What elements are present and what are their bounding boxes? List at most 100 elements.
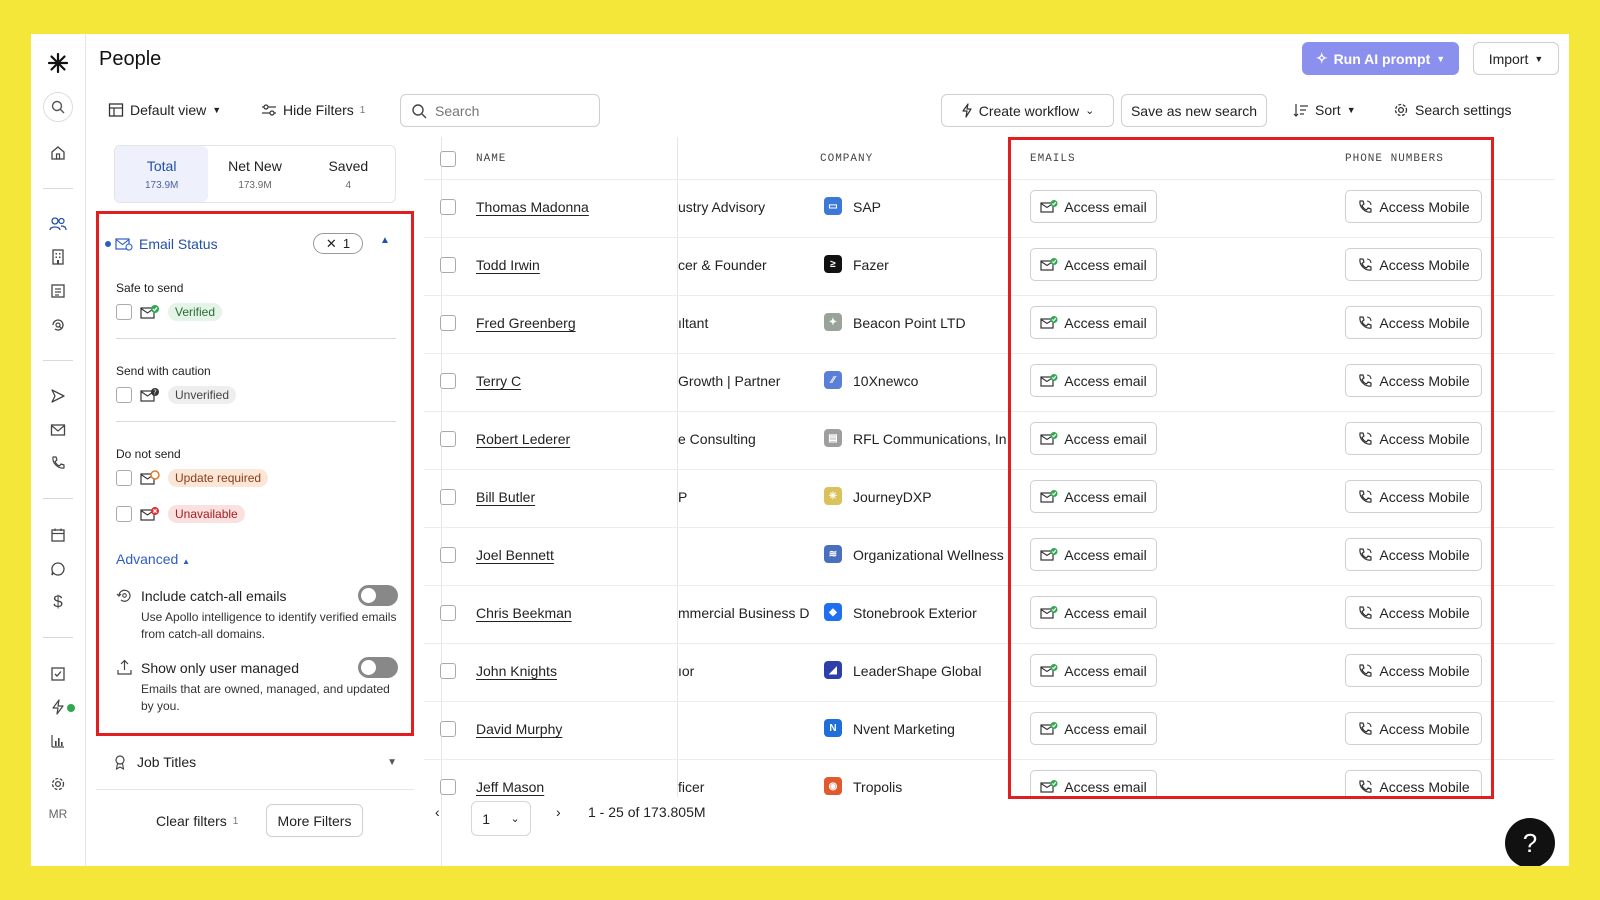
tab-net-new[interactable]: Net New 173.9M bbox=[208, 146, 301, 202]
company-name[interactable]: Tropolis bbox=[853, 779, 1015, 795]
access-mobile-button[interactable]: Access Mobile bbox=[1345, 596, 1482, 629]
option-update-required[interactable]: Update required bbox=[116, 468, 269, 488]
select-all-checkbox[interactable] bbox=[440, 151, 456, 167]
sort-dropdown[interactable]: Sort ▼ bbox=[1293, 94, 1356, 126]
user-avatar[interactable]: MR bbox=[43, 799, 73, 829]
access-email-button[interactable]: Access email bbox=[1030, 712, 1157, 745]
lists-icon[interactable] bbox=[43, 276, 73, 306]
save-as-new-search-button[interactable]: Save as new search bbox=[1121, 94, 1267, 127]
access-mobile-button[interactable]: Access Mobile bbox=[1345, 538, 1482, 571]
row-checkbox[interactable] bbox=[440, 779, 456, 795]
search-input[interactable] bbox=[435, 102, 585, 119]
company-name[interactable]: JourneyDXP bbox=[853, 489, 1015, 505]
job-titles-filter[interactable]: Job Titles ▼ bbox=[113, 751, 397, 773]
default-view-dropdown[interactable]: Default view ▼ bbox=[108, 94, 221, 126]
person-name-link[interactable]: John Knights bbox=[476, 663, 557, 679]
saved-searches-icon[interactable] bbox=[43, 310, 73, 340]
unverified-checkbox[interactable] bbox=[116, 387, 132, 403]
analytics-icon[interactable] bbox=[43, 726, 73, 756]
access-email-button[interactable]: Access email bbox=[1030, 364, 1157, 397]
person-name-link[interactable]: David Murphy bbox=[476, 721, 562, 737]
access-mobile-button[interactable]: Access Mobile bbox=[1345, 306, 1482, 339]
help-button[interactable]: ? bbox=[1505, 818, 1555, 866]
tab-saved[interactable]: Saved 4 bbox=[302, 146, 395, 202]
option-unavailable[interactable]: Unavailable bbox=[116, 504, 245, 524]
row-checkbox[interactable] bbox=[440, 489, 456, 505]
access-mobile-button[interactable]: Access Mobile bbox=[1345, 480, 1482, 513]
access-email-button[interactable]: Access email bbox=[1030, 538, 1157, 571]
company-name[interactable]: Fazer bbox=[853, 257, 1015, 273]
person-name-link[interactable]: Thomas Madonna bbox=[476, 199, 589, 215]
row-checkbox[interactable] bbox=[440, 605, 456, 621]
access-email-button[interactable]: Access email bbox=[1030, 306, 1157, 339]
access-mobile-button[interactable]: Access Mobile bbox=[1345, 364, 1482, 397]
option-verified[interactable]: Verified bbox=[116, 302, 223, 322]
row-checkbox[interactable] bbox=[440, 431, 456, 447]
clear-filters-button[interactable]: Clear filters 1 bbox=[156, 813, 238, 829]
company-name[interactable]: Organizational Wellness bbox=[853, 547, 1015, 563]
person-name-link[interactable]: Jeff Mason bbox=[476, 779, 544, 795]
catch-all-toggle[interactable] bbox=[358, 585, 398, 606]
tab-total[interactable]: Total 173.9M bbox=[115, 146, 209, 202]
row-checkbox[interactable] bbox=[440, 315, 456, 331]
column-header-emails[interactable]: EMAILS bbox=[1030, 153, 1076, 165]
row-checkbox[interactable] bbox=[440, 199, 456, 215]
access-mobile-button[interactable]: Access Mobile bbox=[1345, 190, 1482, 223]
mail-icon[interactable] bbox=[43, 415, 73, 445]
row-checkbox[interactable] bbox=[440, 721, 456, 737]
access-mobile-button[interactable]: Access Mobile bbox=[1345, 712, 1482, 745]
next-page-icon[interactable]: › bbox=[556, 804, 561, 820]
company-name[interactable]: Stonebrook Exterior bbox=[853, 605, 1015, 621]
person-name-link[interactable]: Terry C bbox=[476, 373, 521, 389]
option-unverified[interactable]: ? Unverified bbox=[116, 385, 237, 405]
access-email-button[interactable]: Access email bbox=[1030, 770, 1157, 797]
update-required-checkbox[interactable] bbox=[116, 470, 132, 486]
person-name-link[interactable]: Robert Lederer bbox=[476, 431, 570, 447]
deals-dollar-icon[interactable]: $ bbox=[43, 587, 73, 617]
access-email-button[interactable]: Access email bbox=[1030, 480, 1157, 513]
row-checkbox[interactable] bbox=[440, 373, 456, 389]
access-email-button[interactable]: Access email bbox=[1030, 248, 1157, 281]
unavailable-checkbox[interactable] bbox=[116, 506, 132, 522]
row-checkbox[interactable] bbox=[440, 547, 456, 563]
search-icon[interactable] bbox=[43, 92, 73, 122]
row-checkbox[interactable] bbox=[440, 663, 456, 679]
access-mobile-button[interactable]: Access Mobile bbox=[1345, 422, 1482, 455]
email-status-header[interactable]: Email Status ✕ 1 ▲ bbox=[105, 233, 395, 255]
company-name[interactable]: Beacon Point LTD bbox=[853, 315, 1015, 331]
access-mobile-button[interactable]: Access Mobile bbox=[1345, 770, 1482, 797]
company-name[interactable]: SAP bbox=[853, 199, 1015, 215]
search-settings-button[interactable]: Search settings bbox=[1393, 94, 1512, 126]
prev-page-icon[interactable]: ‹ bbox=[435, 804, 440, 820]
access-email-button[interactable]: Access email bbox=[1030, 422, 1157, 455]
column-header-phone-numbers[interactable]: PHONE NUMBERS bbox=[1345, 153, 1444, 165]
search-field[interactable] bbox=[400, 94, 600, 127]
person-name-link[interactable]: Fred Greenberg bbox=[476, 315, 576, 331]
person-name-link[interactable]: Todd Irwin bbox=[476, 257, 540, 273]
chevron-up-icon[interactable]: ▲ bbox=[380, 235, 390, 246]
chat-icon[interactable] bbox=[43, 554, 73, 584]
apollo-logo-icon[interactable] bbox=[43, 48, 73, 78]
company-name[interactable]: LeaderShape Global bbox=[853, 663, 1015, 679]
calendar-icon[interactable] bbox=[43, 520, 73, 550]
column-header-name[interactable]: NAME bbox=[476, 153, 506, 165]
column-header-company[interactable]: COMPANY bbox=[820, 153, 873, 165]
company-name[interactable]: 10Xnewco bbox=[853, 373, 1015, 389]
create-workflow-button[interactable]: Create workflow ⌄ bbox=[941, 94, 1114, 127]
more-filters-button[interactable]: More Filters bbox=[266, 804, 363, 837]
company-name[interactable]: RFL Communications, In bbox=[853, 431, 1015, 447]
sequences-icon[interactable] bbox=[43, 381, 73, 411]
home-icon[interactable] bbox=[43, 138, 73, 168]
phone-icon[interactable] bbox=[43, 448, 73, 478]
person-name-link[interactable]: Joel Bennett bbox=[476, 547, 554, 563]
settings-gear-icon[interactable] bbox=[43, 769, 73, 799]
clear-selection-chip[interactable]: ✕ 1 bbox=[313, 233, 363, 254]
user-managed-toggle[interactable] bbox=[358, 657, 398, 678]
page-select[interactable]: 1 ⌄ bbox=[471, 801, 531, 836]
access-email-button[interactable]: Access email bbox=[1030, 190, 1157, 223]
access-email-button[interactable]: Access email bbox=[1030, 654, 1157, 687]
advanced-toggle[interactable]: Advanced ▲ bbox=[116, 551, 190, 567]
row-checkbox[interactable] bbox=[440, 257, 456, 273]
hide-filters-button[interactable]: Hide Filters 1 bbox=[261, 94, 365, 126]
companies-icon[interactable] bbox=[43, 242, 73, 272]
